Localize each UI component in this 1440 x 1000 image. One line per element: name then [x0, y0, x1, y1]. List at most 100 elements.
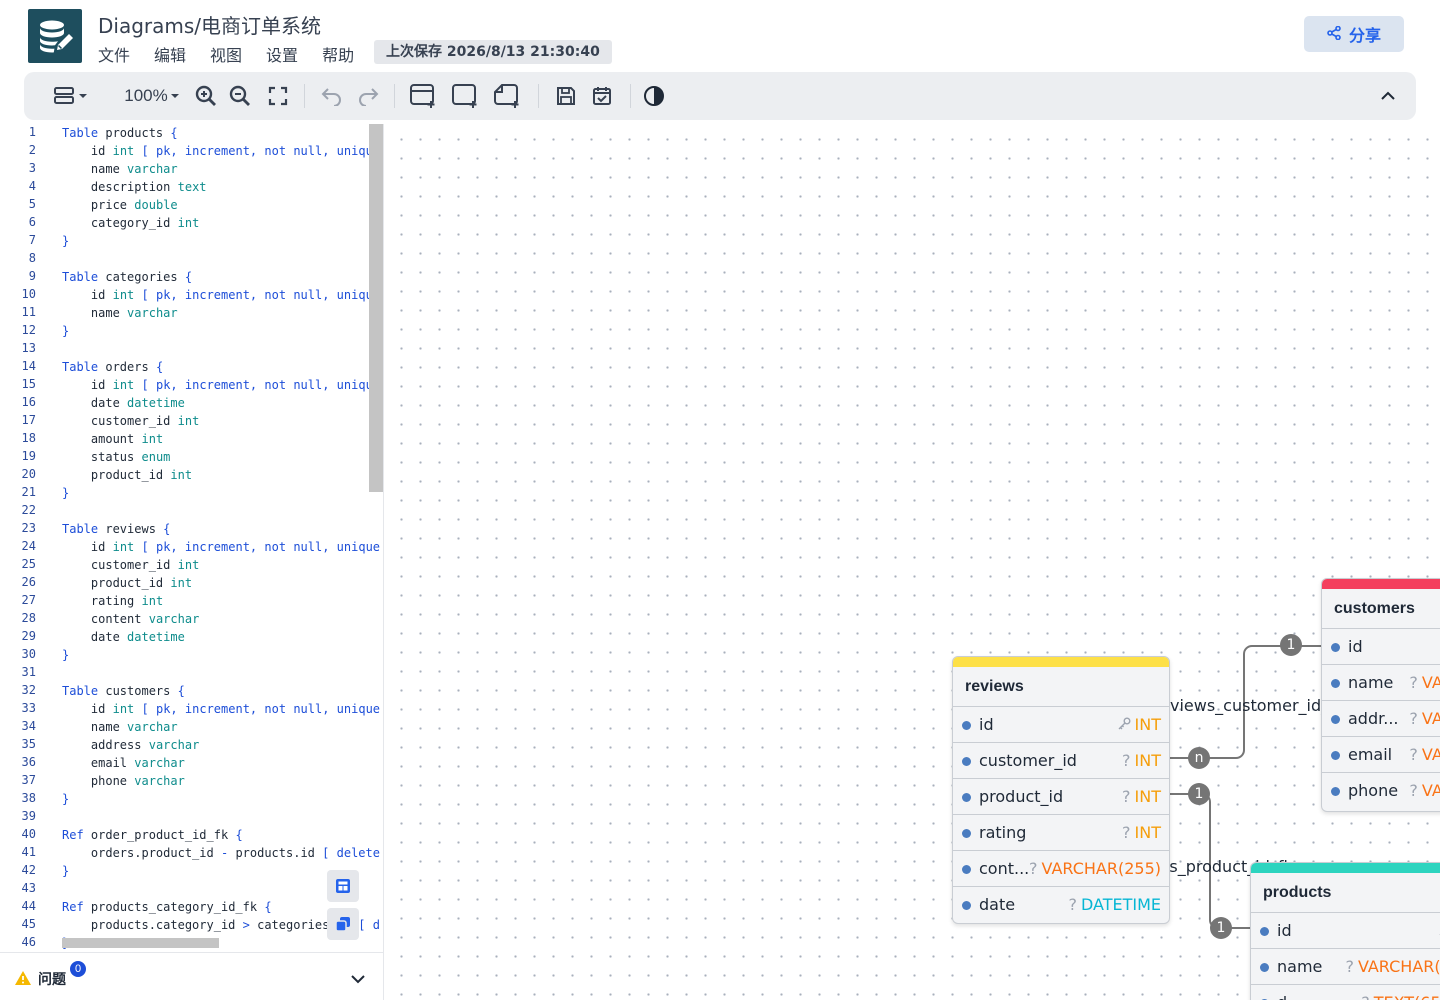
- nullable-marker: ?: [1409, 673, 1418, 692]
- field-row[interactable]: name?VAF: [1322, 665, 1440, 701]
- code-line[interactable]: Table orders {: [62, 358, 163, 376]
- diagram-canvas[interactable]: views_customer_id_ /s_product_id_fk revi…: [386, 124, 1440, 1000]
- code-line[interactable]: }: [62, 232, 69, 250]
- zoom-level: 100%: [124, 86, 168, 105]
- code-line[interactable]: Table customers {: [62, 682, 185, 700]
- menu-file[interactable]: 文件: [98, 42, 130, 66]
- code-line[interactable]: Ref products_category_id_fk {: [62, 898, 272, 916]
- menu-help[interactable]: 帮助: [322, 42, 354, 66]
- line-number: 20: [21, 467, 36, 481]
- line-number: 26: [21, 575, 36, 589]
- field-row[interactable]: product_id? INT: [953, 779, 1169, 815]
- code-line[interactable]: status enum: [62, 448, 171, 466]
- field-row[interactable]: id INT: [953, 707, 1169, 743]
- table-color-strip: [1322, 579, 1440, 589]
- format-code-button[interactable]: [327, 870, 359, 902]
- code-line[interactable]: rating int: [62, 592, 163, 610]
- code-line[interactable]: }: [62, 484, 69, 502]
- redo-button[interactable]: [356, 84, 380, 108]
- code-line[interactable]: product_id int: [62, 466, 192, 484]
- collapse-toolbar-button[interactable]: [1376, 84, 1400, 108]
- undo-button[interactable]: [320, 84, 344, 108]
- table-reviews[interactable]: reviews id INT customer_id? INT product_id? I…: [952, 656, 1170, 924]
- table-products[interactable]: products idIname?VARCHAR(25d...?TEXT(655…: [1250, 862, 1440, 1000]
- code-line[interactable]: id int [ pk, increment, not null, unique: [62, 286, 380, 304]
- issues-panel-toggle[interactable]: 问题 0: [0, 952, 384, 1000]
- code-line[interactable]: Ref order_product_id_fk {: [62, 826, 243, 844]
- code-line[interactable]: Table products {: [62, 124, 178, 142]
- add-table-icon: [410, 84, 435, 108]
- code-line[interactable]: price double: [62, 196, 178, 214]
- code-line[interactable]: id int [ pk, increment, not null, unique: [62, 700, 380, 718]
- code-line[interactable]: name varchar: [62, 304, 178, 322]
- code-line[interactable]: }: [62, 790, 69, 808]
- code-line[interactable]: Table reviews {: [62, 520, 170, 538]
- code-line[interactable]: category_id int: [62, 214, 199, 232]
- code-line[interactable]: content varchar: [62, 610, 199, 628]
- copy-code-button[interactable]: [327, 908, 359, 940]
- table-header[interactable]: products: [1251, 873, 1440, 913]
- field-name: email: [1348, 745, 1393, 764]
- code-line[interactable]: email varchar: [62, 754, 185, 772]
- code-line[interactable]: amount int: [62, 430, 163, 448]
- code-line[interactable]: id int [ pk, increment, not null, unique: [62, 538, 380, 556]
- code-line[interactable]: name varchar: [62, 718, 178, 736]
- relation-label-reviews-customer[interactable]: views_customer_id_: [1170, 696, 1329, 715]
- field-row[interactable]: idI: [1251, 913, 1440, 949]
- code-line[interactable]: Table categories {: [62, 268, 192, 286]
- code-line[interactable]: product_id int: [62, 574, 192, 592]
- code-line[interactable]: customer_id int: [62, 556, 199, 574]
- editor-vertical-scrollbar[interactable]: [369, 124, 383, 492]
- diagram-title[interactable]: Diagrams/电商订单系统: [98, 10, 321, 39]
- code-line[interactable]: }: [62, 862, 69, 880]
- code-line[interactable]: phone varchar: [62, 772, 185, 790]
- code-line[interactable]: date datetime: [62, 394, 185, 412]
- code-line[interactable]: }: [62, 322, 69, 340]
- code-line[interactable]: id int [ pk, increment, not null, unique: [62, 142, 380, 160]
- todo-button[interactable]: [590, 84, 614, 108]
- code-line[interactable]: customer_id int: [62, 412, 199, 430]
- menu-settings[interactable]: 设置: [266, 42, 298, 66]
- layout-menu-button[interactable]: [54, 84, 90, 108]
- zoom-select[interactable]: 100%: [124, 84, 180, 108]
- editor-horizontal-scrollbar[interactable]: [62, 938, 219, 948]
- field-row[interactable]: email?VAF: [1322, 737, 1440, 773]
- field-row[interactable]: cont...? VARCHAR(255): [953, 851, 1169, 887]
- field-row[interactable]: addr...?VAF: [1322, 701, 1440, 737]
- share-button[interactable]: 分享: [1304, 16, 1404, 52]
- table-header[interactable]: reviews: [953, 667, 1169, 707]
- save-button[interactable]: [554, 84, 578, 108]
- dbml-code-editor[interactable]: 1 2 3 4 5 6 7 8 9 10 11 12 13 14 15 16 17 18 19 20 21 22 23 24 2…: [0, 124, 384, 952]
- code-line[interactable]: name varchar: [62, 160, 178, 178]
- theme-toggle-button[interactable]: [642, 84, 666, 108]
- zoom-out-button[interactable]: [228, 84, 252, 108]
- field-type-label: VAF: [1421, 781, 1440, 800]
- field-row[interactable]: customer_id? INT: [953, 743, 1169, 779]
- field-type-label: TEXT(6553: [1374, 993, 1440, 1000]
- field-row[interactable]: phone?VAF: [1322, 773, 1440, 809]
- add-table-button[interactable]: [408, 84, 438, 108]
- field-row[interactable]: id: [1322, 629, 1440, 665]
- code-content[interactable]: Table products { id int [ pk, increment,…: [62, 124, 380, 952]
- code-line[interactable]: description text: [62, 178, 207, 196]
- add-note-button[interactable]: [492, 84, 522, 108]
- zoom-in-button[interactable]: [194, 84, 218, 108]
- zoom-out-icon: [229, 85, 250, 106]
- field-row[interactable]: d...? TEXT(6553: [1251, 985, 1440, 1000]
- menu-edit[interactable]: 编辑: [154, 42, 186, 66]
- code-line[interactable]: }: [62, 646, 69, 664]
- code-line[interactable]: date datetime: [62, 628, 185, 646]
- field-name: rating: [979, 823, 1027, 842]
- fullscreen-button[interactable]: [266, 84, 290, 108]
- field-row[interactable]: rating? INT: [953, 815, 1169, 851]
- add-area-button[interactable]: [450, 84, 480, 108]
- menu-view[interactable]: 视图: [210, 42, 242, 66]
- field-row[interactable]: date? DATETIME: [953, 887, 1169, 923]
- code-line[interactable]: address varchar: [62, 736, 199, 754]
- code-line[interactable]: id int [ pk, increment, not null, unique: [62, 376, 380, 394]
- app-logo-icon[interactable]: [28, 9, 82, 63]
- table-header[interactable]: customers: [1322, 589, 1440, 629]
- table-customers[interactable]: customers idname?VAFaddr...?VAFemail?VAF…: [1321, 578, 1440, 812]
- code-line[interactable]: orders.product_id - products.id [ delete…: [62, 844, 380, 862]
- field-row[interactable]: name?VARCHAR(25: [1251, 949, 1440, 985]
